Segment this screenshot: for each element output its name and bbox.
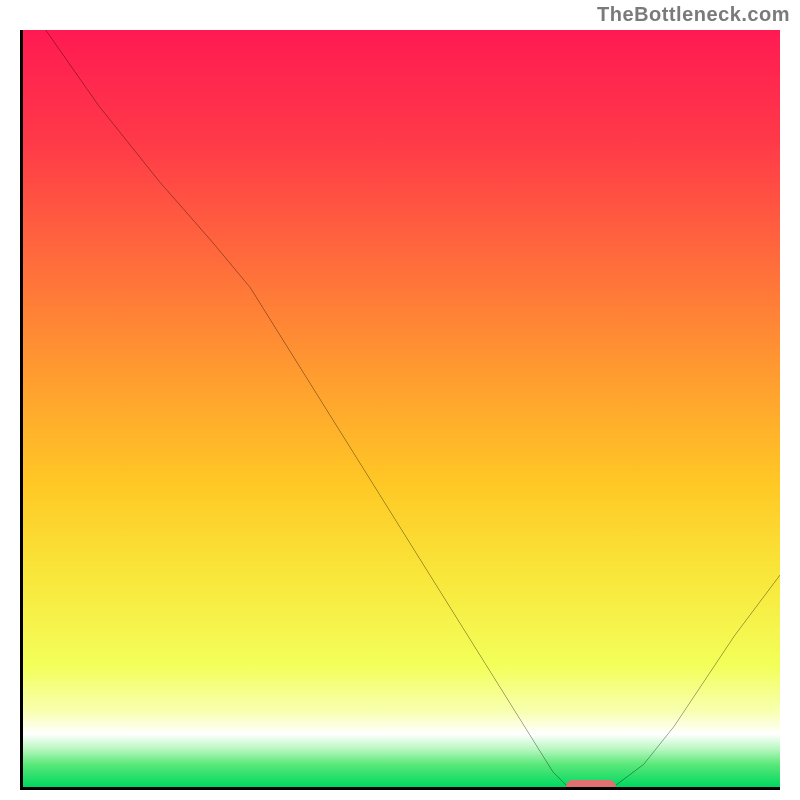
optimal-point-marker	[566, 780, 616, 790]
plot-area	[20, 30, 780, 790]
attribution-text: TheBottleneck.com	[597, 4, 790, 27]
bottleneck-curve	[23, 30, 780, 787]
